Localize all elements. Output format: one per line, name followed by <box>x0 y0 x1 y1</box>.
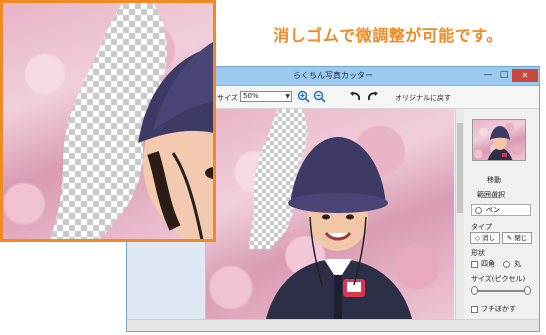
scroll-thumb[interactable] <box>457 123 463 213</box>
zoom-in-icon[interactable] <box>297 90 310 103</box>
vertical-scrollbar[interactable] <box>455 109 464 319</box>
undo-icon[interactable] <box>349 90 362 103</box>
blur-edge-option[interactable]: フチぼかす <box>471 304 516 314</box>
close-shape-button[interactable]: ✎ 閉じ <box>502 232 532 244</box>
circle-label: 丸 <box>514 260 521 268</box>
tie <box>334 275 342 319</box>
photo-canvas[interactable] <box>206 109 454 319</box>
slider-end-knob[interactable] <box>524 286 531 295</box>
left-eye <box>322 214 330 220</box>
thumbnail-photo <box>487 126 513 160</box>
pen-radio[interactable] <box>475 206 482 214</box>
maximize-button[interactable]: □ <box>497 69 511 82</box>
slider-thumb[interactable] <box>471 286 478 295</box>
move-tool[interactable]: 移動 <box>487 175 501 185</box>
brush-size-slider[interactable] <box>471 286 531 296</box>
square-checkbox[interactable] <box>471 260 478 268</box>
zoom-select[interactable]: 50% ▼ <box>240 91 292 102</box>
tools-panel: 移動 範囲選択 ペン タイプ ◇ 消し ✎ 閉じ 形状 四角 丸 サイズ(ピクセ… <box>465 109 539 321</box>
status-bar <box>127 319 539 331</box>
shape-circle-option[interactable]: 丸 <box>503 259 521 269</box>
square-label: 四角 <box>481 260 495 268</box>
shape-label: 形状 <box>471 249 485 257</box>
zoomed-photo <box>50 3 213 239</box>
range-select-tool[interactable]: 範囲選択 <box>477 190 505 200</box>
pencil-icon: ✎ <box>506 234 513 242</box>
circle-radio[interactable] <box>503 260 510 268</box>
right-eye <box>346 214 354 220</box>
hat-brim <box>288 193 388 213</box>
thumbnail-preview[interactable] <box>472 119 526 161</box>
smile <box>324 231 352 241</box>
minimize-button[interactable]: — <box>481 69 495 82</box>
blur-edge-label: フチ <box>481 305 495 313</box>
brush-size-label: サイズ(ピクセル) <box>471 275 526 283</box>
edited-photo <box>248 109 412 319</box>
close-shape-label: 閉じ <box>514 234 528 242</box>
pen-label: ペン <box>486 206 500 214</box>
erase-label: 消し <box>482 234 496 242</box>
close-button[interactable]: ✕ <box>512 69 538 82</box>
chevron-down-icon: ▼ <box>285 93 290 100</box>
reset-original-button[interactable]: オリジナルに戻す <box>395 93 451 103</box>
erase-button[interactable]: ◇ 消し <box>470 232 500 244</box>
blur-edge-label-2: ぼかす <box>495 305 516 313</box>
eraser-icon: ◇ <box>474 234 480 242</box>
slider-track <box>475 290 527 292</box>
pen-option[interactable]: ペン <box>471 204 531 216</box>
zoomed-preview <box>0 0 216 242</box>
blur-edge-checkbox[interactable] <box>471 305 478 313</box>
size-label: サイズ <box>217 94 238 102</box>
type-label: タイプ <box>471 223 492 231</box>
redo-icon[interactable] <box>366 90 379 103</box>
headline: 消しゴムで微調整が可能です。 <box>273 26 503 45</box>
zoom-out-icon[interactable] <box>313 90 326 103</box>
shape-square-option[interactable]: 四角 <box>471 259 495 269</box>
zoom-value: 50% <box>243 92 259 100</box>
